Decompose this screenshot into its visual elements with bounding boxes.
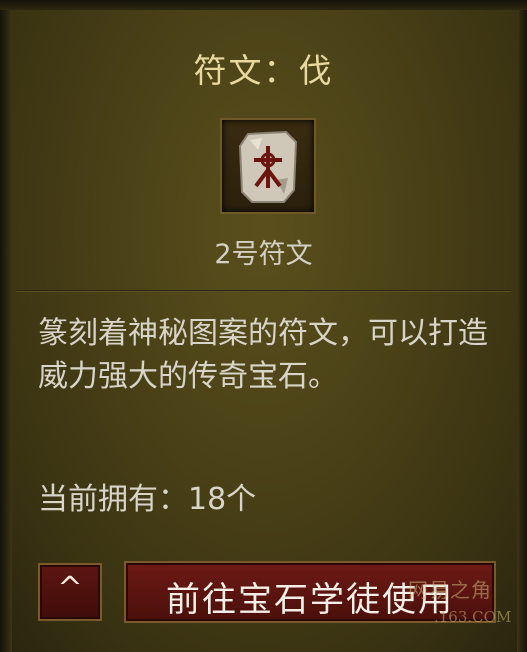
chevron-up-icon: ^ — [57, 571, 83, 606]
watermark-line1: 网易之角 — [408, 578, 492, 602]
panel-frame-left — [0, 0, 12, 652]
rune-stone-icon — [238, 130, 298, 203]
watermark-line2: .163.COM — [434, 608, 512, 626]
panel-frame-right — [517, 0, 527, 652]
section-divider — [16, 290, 511, 292]
item-description: 篆刻着神秘图案的符文，可以打造威力强大的传奇宝石。 — [38, 316, 488, 394]
rune-rank-label: 2号符文 — [214, 239, 313, 270]
item-title: 符文：伐 — [193, 51, 334, 90]
collapse-button[interactable]: ^ — [38, 563, 102, 621]
rune-tooltip-panel: 符文：伐 2号符文 篆刻着神秘图案的符文，可以打造威力强大的传奇宝石。 当前拥有… — [0, 0, 527, 652]
rune-icon-frame — [220, 118, 316, 214]
owned-count: 当前拥有：18个 — [38, 482, 257, 517]
panel-frame-top — [0, 0, 527, 10]
site-watermark: 网易之角 .163.COM — [408, 574, 518, 630]
